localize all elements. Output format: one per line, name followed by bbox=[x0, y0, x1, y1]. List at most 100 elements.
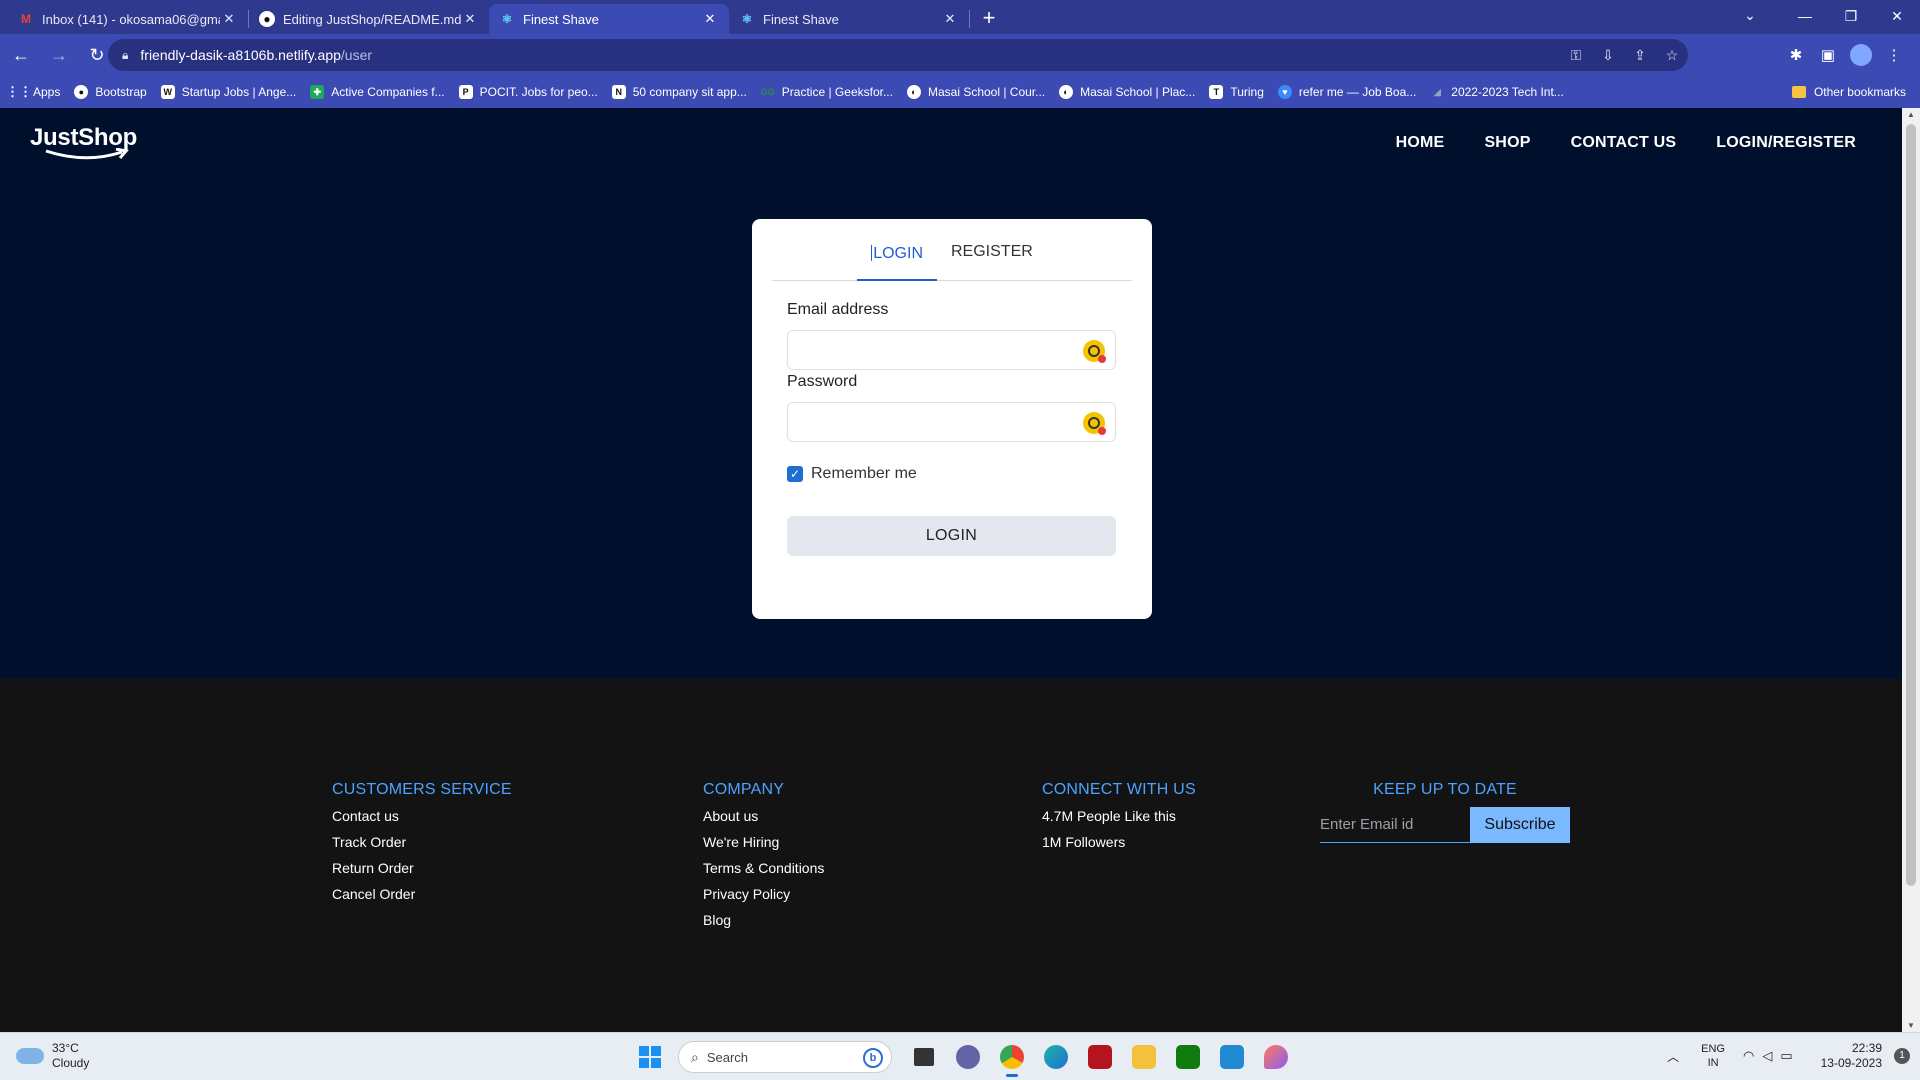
key-icon[interactable]: ⚿ bbox=[1560, 47, 1592, 64]
nav-home[interactable]: HOME bbox=[1396, 134, 1445, 152]
browser-tab-gmail[interactable]: M Inbox (141) - okosama06@gmail ✕ bbox=[8, 4, 248, 34]
address-bar[interactable]: 🔒︎ friendly-dasik-a8106b.netlify.app/use… bbox=[108, 39, 1688, 71]
email-field[interactable] bbox=[787, 330, 1116, 370]
wifi-volume-battery-icons[interactable]: ◠◁▭ bbox=[1743, 1048, 1801, 1064]
login-button[interactable]: LOGIN bbox=[787, 516, 1116, 556]
password-manager-extension-icon[interactable] bbox=[1083, 340, 1106, 363]
taskbar-search[interactable]: ⌕ Search b bbox=[678, 1041, 892, 1073]
page-scrollbar[interactable]: ▲ ▼ bbox=[1902, 108, 1920, 1032]
tab-title: Finest Shave bbox=[523, 11, 599, 27]
vscode-icon[interactable] bbox=[1214, 1039, 1250, 1075]
close-window-icon[interactable]: ✕ bbox=[1874, 0, 1920, 34]
scroll-up-arrow-icon[interactable]: ▲ bbox=[1902, 110, 1920, 119]
footer-link-blog[interactable]: Blog bbox=[703, 911, 824, 937]
footer-link-contact-us[interactable]: Contact us bbox=[332, 807, 512, 833]
site-logo[interactable]: JustShop bbox=[30, 124, 137, 160]
folder-icon bbox=[1791, 86, 1806, 98]
remember-me-label: Remember me bbox=[811, 465, 917, 482]
teams-chat-icon[interactable] bbox=[950, 1039, 986, 1075]
bookmark-turing[interactable]: T Turing bbox=[1209, 85, 1264, 99]
footer-followers[interactable]: 1M Followers bbox=[1042, 833, 1196, 859]
bookmark-label: Bootstrap bbox=[95, 85, 147, 99]
remember-me-checkbox[interactable]: ✓ bbox=[787, 466, 803, 482]
bookmark-refer-me[interactable]: ♥ refer me — Job Boa... bbox=[1277, 85, 1417, 99]
weather-widget[interactable]: 33°C Cloudy bbox=[16, 1041, 89, 1071]
xbox-icon[interactable] bbox=[1170, 1039, 1206, 1075]
extensions-puzzle-icon[interactable]: ✱ bbox=[1780, 46, 1812, 64]
browser-menu-icon[interactable]: ⋮ bbox=[1878, 46, 1910, 64]
close-tab-icon[interactable]: ✕ bbox=[701, 11, 719, 27]
footer-heading: CUSTOMERS SERVICE bbox=[332, 781, 512, 798]
bookmark-tech-internships[interactable]: ◢ 2022-2023 Tech Int... bbox=[1430, 85, 1564, 99]
notifications-badge[interactable]: 1 bbox=[1894, 1048, 1910, 1064]
nav-contact-us[interactable]: CONTACT US bbox=[1571, 134, 1677, 152]
profile-avatar[interactable] bbox=[1850, 44, 1872, 66]
install-app-icon[interactable]: ⇩ bbox=[1592, 47, 1624, 64]
close-tab-icon[interactable]: ✕ bbox=[461, 11, 479, 27]
password-manager-extension-icon[interactable] bbox=[1083, 412, 1106, 435]
bing-icon[interactable]: b bbox=[863, 1048, 883, 1068]
new-tab-button[interactable]: + bbox=[974, 4, 1004, 34]
footer-link-terms[interactable]: Terms & Conditions bbox=[703, 859, 824, 885]
bookmark-geeksforgeeks[interactable]: GG Practice | Geeksfor... bbox=[761, 85, 893, 99]
scrollbar-thumb[interactable] bbox=[1906, 124, 1916, 886]
minimize-icon[interactable]: — bbox=[1782, 0, 1828, 34]
edge-icon[interactable] bbox=[1038, 1039, 1074, 1075]
scroll-down-arrow-icon[interactable]: ▼ bbox=[1902, 1021, 1920, 1030]
windows-start-icon[interactable] bbox=[632, 1039, 668, 1075]
os-taskbar: 33°C Cloudy ⌕ Search b ︿ ENG IN ◠◁▭ 22:39 1… bbox=[0, 1032, 1920, 1080]
bookmark-startup-jobs[interactable]: W Startup Jobs | Ange... bbox=[160, 85, 296, 99]
bookmark-star-icon[interactable]: ☆ bbox=[1656, 47, 1688, 64]
footer-link-about-us[interactable]: About us bbox=[703, 807, 824, 833]
bookmark-apps[interactable]: ⋮⋮ Apps bbox=[6, 84, 60, 99]
file-explorer-icon[interactable] bbox=[1126, 1039, 1162, 1075]
clock[interactable]: 22:39 13-09-2023 bbox=[1821, 1041, 1882, 1071]
bookmarks-bar: ⋮⋮ Apps ● Bootstrap W Startup Jobs | Ange..… bbox=[0, 76, 1920, 108]
bookmark-masai-courses[interactable]: ◐ Masai School | Cour... bbox=[906, 85, 1045, 99]
forward-arrow-icon[interactable]: → bbox=[42, 38, 76, 72]
green-cross-icon: ✚ bbox=[310, 85, 325, 99]
browser-tab-github[interactable]: ● Editing JustShop/README.md at ✕ bbox=[249, 4, 489, 34]
footer-link-hiring[interactable]: We're Hiring bbox=[703, 833, 824, 859]
tab-login[interactable]: LOGIN bbox=[857, 245, 937, 281]
restore-icon[interactable]: ❐ bbox=[1828, 0, 1874, 34]
email-label: Email address bbox=[787, 301, 889, 318]
remember-me[interactable]: ✓ Remember me bbox=[787, 465, 917, 483]
newsletter-email-input[interactable] bbox=[1320, 807, 1470, 843]
heart-icon: ♥ bbox=[1277, 85, 1292, 99]
logo-smile-arrow-icon bbox=[45, 148, 129, 160]
close-tab-icon[interactable]: ✕ bbox=[941, 11, 959, 27]
bookmark-pocit[interactable]: P POCIT. Jobs for peo... bbox=[458, 85, 598, 99]
footer-link-privacy[interactable]: Privacy Policy bbox=[703, 885, 824, 911]
footer-link-return-order[interactable]: Return Order bbox=[332, 859, 512, 885]
share-icon[interactable]: ⇪ bbox=[1624, 47, 1656, 64]
password-field[interactable] bbox=[787, 402, 1116, 442]
bookmark-50-company[interactable]: N 50 company sit app... bbox=[611, 85, 747, 99]
browser-tab-finest-shave[interactable]: ⚛ Finest Shave ✕ bbox=[729, 4, 969, 34]
bookmark-active-companies[interactable]: ✚ Active Companies f... bbox=[310, 85, 445, 99]
nav-login-register[interactable]: LOGIN/REGISTER bbox=[1716, 134, 1856, 152]
side-panel-icon[interactable]: ▣ bbox=[1812, 46, 1844, 64]
paint-icon[interactable] bbox=[1258, 1039, 1294, 1075]
app-red-icon[interactable] bbox=[1082, 1039, 1118, 1075]
bookmark-label: refer me — Job Boa... bbox=[1298, 85, 1417, 99]
footer-likes[interactable]: 4.7M People Like this bbox=[1042, 807, 1196, 833]
task-view-icon[interactable] bbox=[906, 1039, 942, 1075]
back-arrow-icon[interactable]: ← bbox=[4, 38, 38, 72]
bookmark-masai-placements[interactable]: ◐ Masai School | Plac... bbox=[1059, 85, 1195, 99]
lock-icon[interactable]: 🔒︎ bbox=[122, 48, 128, 63]
chrome-icon[interactable] bbox=[994, 1039, 1030, 1077]
tab-register[interactable]: REGISTER bbox=[937, 244, 1047, 281]
other-bookmarks[interactable]: Other bookmarks bbox=[1791, 76, 1906, 108]
show-hidden-icons-chevron-icon[interactable]: ︿ bbox=[1667, 1048, 1679, 1065]
nav-shop[interactable]: SHOP bbox=[1484, 134, 1530, 152]
footer-link-track-order[interactable]: Track Order bbox=[332, 833, 512, 859]
footer-link-cancel-order[interactable]: Cancel Order bbox=[332, 885, 512, 911]
bookmark-bootstrap[interactable]: ● Bootstrap bbox=[74, 85, 147, 99]
close-tab-icon[interactable]: ✕ bbox=[220, 11, 238, 27]
tab-search-chevron-icon[interactable]: ⌄ bbox=[1730, 0, 1770, 30]
language-indicator[interactable]: ENG IN bbox=[1701, 1042, 1725, 1070]
subscribe-button[interactable]: Subscribe bbox=[1470, 807, 1570, 843]
login-card: LOGIN REGISTER Email address Password ✓ … bbox=[752, 219, 1152, 619]
browser-tab-finest-shave-active[interactable]: ⚛ Finest Shave ✕ bbox=[489, 4, 729, 34]
